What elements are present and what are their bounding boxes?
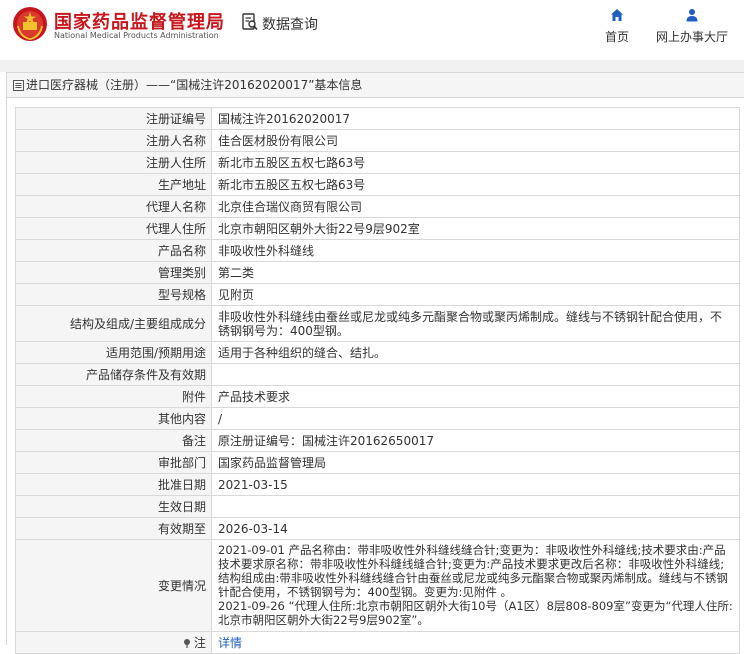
row-key: 注册人住所: [16, 152, 212, 173]
pin-icon: [183, 639, 190, 648]
row-key: 备注: [16, 430, 212, 451]
table-row: 生产地址 新北市五股区五权七路63号: [16, 174, 740, 196]
table-row: 结构及组成/主要组成成分 非吸收性外科缝线由蚕丝或尼龙或纯多元酯聚合物或聚丙烯制成…: [16, 306, 740, 342]
details-link[interactable]: 详情: [218, 636, 242, 651]
row-key: 管理类别: [16, 262, 212, 283]
change-history-value: 2021-09-01 产品名称由：带非吸收性外科缝线缝合针;变更为：非吸收性外科…: [212, 540, 740, 631]
row-value: 详情: [212, 632, 740, 653]
panel-header: 进口医疗器械（注册）——“国械注许20162020017”基本信息: [7, 73, 744, 98]
nav-home-label: 首页: [604, 30, 629, 44]
table-row: 变更情况 2021-09-01 产品名称由：带非吸收性外科缝线缝合针;变更为：非吸…: [16, 540, 740, 632]
row-key: 生效日期: [16, 496, 212, 517]
table-row: 注 详情: [16, 632, 740, 654]
table-row: 产品名称 非吸收性外科缝线: [16, 240, 740, 262]
row-value: 北京市朝阳区朝外大街22号9层902室: [212, 218, 740, 239]
row-value: 新北市五股区五权七路63号: [212, 152, 740, 173]
row-key: 注册人名称: [16, 130, 212, 151]
row-key: 代理人名称: [16, 196, 212, 217]
row-key: 其他内容: [16, 408, 212, 429]
site-subtitle: National Medical Products Administration: [54, 31, 219, 40]
row-value: 原注册证编号：国械注许20162650017: [212, 430, 740, 451]
row-key: 产品储存条件及有效期: [16, 364, 212, 385]
row-value: 非吸收性外科缝线: [212, 240, 740, 261]
row-value: 新北市五股区五权七路63号: [212, 174, 740, 195]
table-row: 管理类别 第二类: [16, 262, 740, 284]
row-value: 北京佳合瑞仪商贸有限公司: [212, 196, 740, 217]
nav-online-service-hall-label: 网上办事大厅: [655, 30, 728, 44]
row-value: 第二类: [212, 262, 740, 283]
row-value: [212, 364, 740, 385]
note-key: 注: [16, 632, 212, 653]
data-query-title: 数据查询: [262, 17, 318, 33]
row-value: 2021-03-15: [212, 474, 740, 495]
panel-title: 进口医疗器械（注册）——“国械注许20162020017”基本信息: [26, 78, 363, 92]
row-key: 型号规格: [16, 284, 212, 305]
row-key: 生产地址: [16, 174, 212, 195]
row-key: 产品名称: [16, 240, 212, 261]
table-row: 注册人住所 新北市五股区五权七路63号: [16, 152, 740, 174]
data-query-icon: [242, 13, 258, 31]
table-row: 备注 原注册证编号：国械注许20162650017: [16, 430, 740, 452]
table-row: 型号规格 见附页: [16, 284, 740, 306]
row-value: /: [212, 408, 740, 429]
table-row: 产品储存条件及有效期: [16, 364, 740, 386]
row-value: 国家药品监督管理局: [212, 452, 740, 473]
table-row: 其他内容 /: [16, 408, 740, 430]
document-list-icon: [13, 80, 24, 91]
row-key: 结构及组成/主要组成成分: [16, 306, 212, 341]
table-row: 注册证编号 国械注许20162020017: [16, 108, 740, 130]
table-row: 代理人名称 北京佳合瑞仪商贸有限公司: [16, 196, 740, 218]
row-value: 产品技术要求: [212, 386, 740, 407]
table-row: 审批部门 国家药品监督管理局: [16, 452, 740, 474]
row-value: 适用于各种组织的缝合、结扎。: [212, 342, 740, 363]
nav-online-service-hall[interactable]: 网上办事大厅: [650, 8, 734, 45]
row-key: 适用范围/预期用途: [16, 342, 212, 363]
table-row: 生效日期: [16, 496, 740, 518]
row-key: 附件: [16, 386, 212, 407]
table-row: 代理人住所 北京市朝阳区朝外大街22号9层902室: [16, 218, 740, 240]
table-row: 批准日期 2021-03-15: [16, 474, 740, 496]
user-icon: [686, 9, 698, 22]
row-key: 注册证编号: [16, 108, 212, 129]
home-icon: [611, 9, 623, 21]
table-row: 附件 产品技术要求: [16, 386, 740, 408]
table-row: 有效期至 2026-03-14: [16, 518, 740, 540]
table-row: 适用范围/预期用途 适用于各种组织的缝合、结扎。: [16, 342, 740, 364]
emblem-logo-icon: [13, 7, 47, 41]
row-value: [212, 496, 740, 517]
row-value: 见附页: [212, 284, 740, 305]
row-value: 非吸收性外科缝线由蚕丝或尼龙或纯多元酯聚合物或聚丙烯制成。缝线与不锈钢针配合使用…: [212, 306, 740, 341]
row-key: 变更情况: [16, 540, 212, 631]
detail-table: 注册证编号 国械注许20162020017 注册人名称 佳合医材股份有限公司 注册人…: [15, 107, 740, 654]
nav-home[interactable]: 首页: [587, 8, 647, 45]
table-row: 注册人名称 佳合医材股份有限公司: [16, 130, 740, 152]
row-key: 批准日期: [16, 474, 212, 495]
row-value: 2026-03-14: [212, 518, 740, 539]
row-key: 代理人住所: [16, 218, 212, 239]
row-value: 佳合医材股份有限公司: [212, 130, 740, 151]
row-key: 注: [193, 635, 206, 650]
header-divider-band: [0, 60, 744, 72]
row-value: 国械注许20162020017: [212, 108, 740, 129]
row-key: 有效期至: [16, 518, 212, 539]
site-header: 国家药品监督管理局 National Medical Products Admi…: [0, 0, 744, 60]
row-key: 审批部门: [16, 452, 212, 473]
detail-panel: 进口医疗器械（注册）——“国械注许20162020017”基本信息 注册证编号国…: [6, 72, 744, 654]
